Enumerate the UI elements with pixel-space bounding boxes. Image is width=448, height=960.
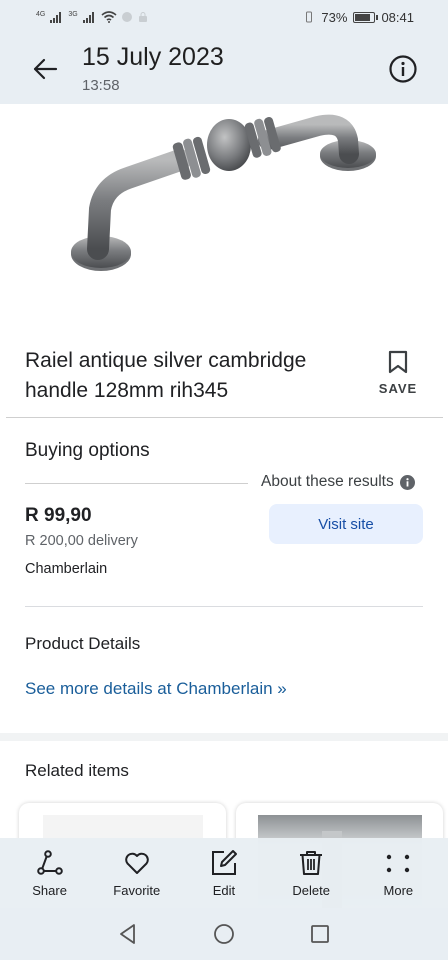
nav-recents-button[interactable] [300, 914, 340, 954]
product-title: Raiel antique silver cambridge handle 12… [25, 349, 307, 402]
offer-delivery: R 200,00 delivery [25, 533, 138, 549]
delete-label: Delete [292, 883, 330, 898]
page-title: 15 July 2023 [82, 43, 224, 71]
network-3g-label: 3G [68, 11, 78, 18]
bookmark-icon [388, 350, 408, 374]
about-results-link[interactable]: About these results [261, 473, 415, 491]
offer-price: R 99,90 [25, 505, 92, 526]
status-left: 4G 3G [36, 11, 149, 23]
divider [25, 606, 423, 607]
section-separator [0, 733, 448, 741]
clock: 08:41 [381, 9, 414, 25]
more-dots-icon [387, 854, 410, 873]
favorite-label: Favorite [113, 883, 161, 898]
heart-icon [124, 852, 149, 874]
status-right: 73% 08:41 [303, 10, 414, 25]
save-button[interactable]: SAVE [372, 350, 424, 400]
notification-dot-icon [121, 12, 132, 22]
battery-fill [355, 13, 371, 21]
share-icon [36, 850, 63, 875]
product-image[interactable] [0, 104, 448, 334]
status-bar: 4G 3G 73% 08:41 [0, 0, 448, 34]
edit-label: Edit [212, 883, 236, 898]
about-results-label: About these results [261, 473, 394, 490]
related-items-heading: Related items [25, 761, 129, 780]
visit-site-button[interactable]: Visit site [269, 504, 423, 544]
buying-options-heading: Buying options [25, 440, 150, 461]
app-header: 15 July 2023 13:58 [0, 34, 448, 104]
product-details-heading: Product Details [25, 634, 141, 653]
save-label: SAVE [378, 381, 418, 396]
info-circle-icon [389, 55, 417, 83]
vibrate-icon [306, 11, 313, 23]
network-4g-label: 4G [36, 11, 46, 18]
trash-icon [300, 851, 323, 875]
see-more-details-link[interactable]: See more details at Chamberlain » [25, 679, 287, 699]
divider [25, 483, 248, 484]
wifi-icon [101, 11, 117, 23]
nav-home-button[interactable] [204, 914, 244, 954]
nav-home-icon [214, 924, 234, 944]
nav-recents-icon [311, 925, 329, 943]
cabinet-handle-image [71, 114, 376, 271]
delete-button[interactable]: Delete [272, 838, 350, 908]
arrow-left-icon [33, 58, 58, 80]
battery-icon [353, 11, 379, 23]
info-filled-icon [399, 474, 415, 490]
share-label: Share [32, 883, 67, 898]
signal-strength-icon-2 [82, 11, 94, 23]
signal-strength-icon [50, 11, 62, 23]
info-button[interactable] [386, 52, 420, 86]
share-button[interactable]: Share [11, 838, 89, 908]
bottom-action-bar: Share Favorite Edit Delete More [0, 838, 448, 908]
page-subtitle: 13:58 [82, 77, 120, 94]
offer-seller: Chamberlain [25, 561, 108, 577]
back-button[interactable] [28, 52, 62, 86]
divider [6, 417, 443, 418]
edit-button[interactable]: Edit [185, 838, 263, 908]
more-label: More [383, 883, 414, 898]
system-nav-bar [0, 908, 448, 960]
nav-back-button[interactable] [108, 914, 148, 954]
battery-percent: 73% [321, 9, 348, 25]
edit-icon [211, 850, 237, 875]
nav-back-icon [120, 924, 135, 944]
more-button[interactable]: More [359, 838, 437, 908]
favorite-button[interactable]: Favorite [98, 838, 176, 908]
lock-notification-icon [138, 12, 147, 22]
